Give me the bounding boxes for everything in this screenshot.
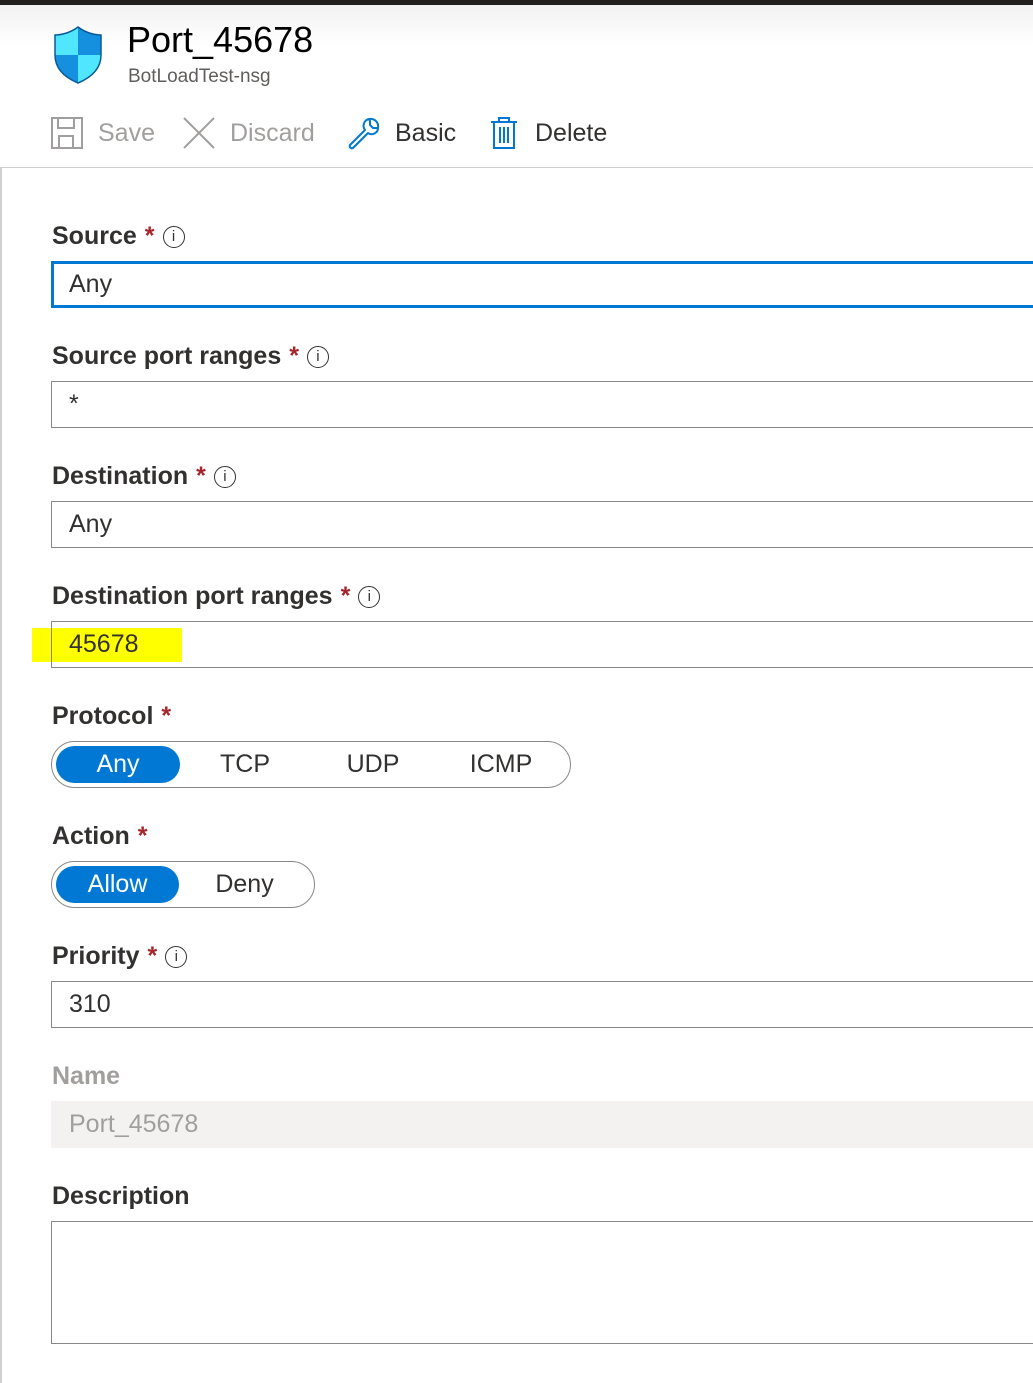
source-dropdown[interactable]: Any <box>51 261 1033 308</box>
destination-dropdown[interactable]: Any <box>51 501 1033 548</box>
required-asterisk: * <box>289 342 299 370</box>
info-icon[interactable]: i <box>162 225 185 248</box>
save-button[interactable]: Save <box>50 110 155 156</box>
discard-button[interactable]: Discard <box>182 110 315 156</box>
name-value: Port_45678 <box>69 1110 199 1138</box>
source-label: Source * i <box>52 222 185 251</box>
description-label-text: Description <box>52 1182 190 1210</box>
trash-icon <box>491 117 517 149</box>
destination-label: Destination * i <box>52 462 236 491</box>
page-subtitle: BotLoadTest-nsg <box>128 66 271 87</box>
shield-icon <box>54 26 102 84</box>
discard-label: Discard <box>230 118 315 147</box>
source-port-ranges-label-text: Source port ranges <box>52 342 282 370</box>
protocol-option-any[interactable]: Any <box>56 746 180 783</box>
close-icon <box>183 117 215 149</box>
action-label-text: Action <box>52 822 130 850</box>
priority-value: 310 <box>69 990 111 1018</box>
priority-label-text: Priority <box>52 942 140 970</box>
toolbar-divider <box>0 167 1033 168</box>
protocol-label-text: Protocol <box>52 702 154 730</box>
delete-button[interactable]: Delete <box>487 110 607 156</box>
destination-port-ranges-label: Destination port ranges * i <box>52 582 381 611</box>
protocol-option-tcp[interactable]: TCP <box>180 746 310 783</box>
priority-input[interactable]: 310 <box>51 981 1033 1028</box>
basic-button[interactable]: Basic <box>347 110 456 156</box>
name-label-text: Name <box>52 1062 121 1090</box>
required-asterisk: * <box>147 942 158 970</box>
destination-port-ranges-value: 45678 <box>69 630 139 658</box>
destination-value: Any <box>69 510 113 538</box>
save-icon <box>51 117 83 149</box>
info-icon[interactable]: i <box>165 945 188 968</box>
info-icon[interactable]: i <box>306 345 329 368</box>
action-option-allow[interactable]: Allow <box>56 866 180 903</box>
protocol-selector: Any TCP UDP ICMP <box>51 741 571 788</box>
required-asterisk: * <box>196 462 206 490</box>
priority-label: Priority * i <box>52 942 188 971</box>
description-label: Description <box>52 1182 190 1211</box>
required-asterisk: * <box>144 222 155 250</box>
name-input: Port_45678 <box>51 1101 1033 1148</box>
action-option-deny[interactable]: Deny <box>179 866 310 903</box>
page-title: Port_45678 <box>127 19 314 60</box>
destination-port-ranges-input[interactable]: 45678 <box>51 621 1033 668</box>
required-asterisk: * <box>161 702 172 730</box>
protocol-label: Protocol * <box>52 702 171 731</box>
source-port-ranges-label: Source port ranges * i <box>52 342 329 371</box>
description-textarea[interactable] <box>51 1221 1033 1344</box>
source-value: Any <box>69 270 113 298</box>
info-icon[interactable]: i <box>213 465 236 488</box>
required-asterisk: * <box>137 822 148 850</box>
name-label: Name <box>52 1062 120 1091</box>
protocol-option-icmp[interactable]: ICMP <box>436 746 566 783</box>
delete-label: Delete <box>535 118 608 147</box>
action-label: Action * <box>52 822 148 851</box>
info-icon[interactable]: i <box>358 585 381 608</box>
source-port-ranges-input[interactable]: * <box>51 381 1033 428</box>
save-label: Save <box>98 118 155 147</box>
source-label-text: Source <box>52 222 137 250</box>
destination-port-ranges-label-text: Destination port ranges <box>52 582 333 610</box>
required-asterisk: * <box>340 582 351 610</box>
basic-label: Basic <box>395 118 457 147</box>
source-port-ranges-value: * <box>69 390 79 418</box>
action-selector: Allow Deny <box>51 861 315 908</box>
left-panel-edge <box>0 5 2 1383</box>
destination-label-text: Destination <box>52 462 189 490</box>
wrench-icon <box>348 117 380 150</box>
protocol-option-udp[interactable]: UDP <box>310 746 436 783</box>
